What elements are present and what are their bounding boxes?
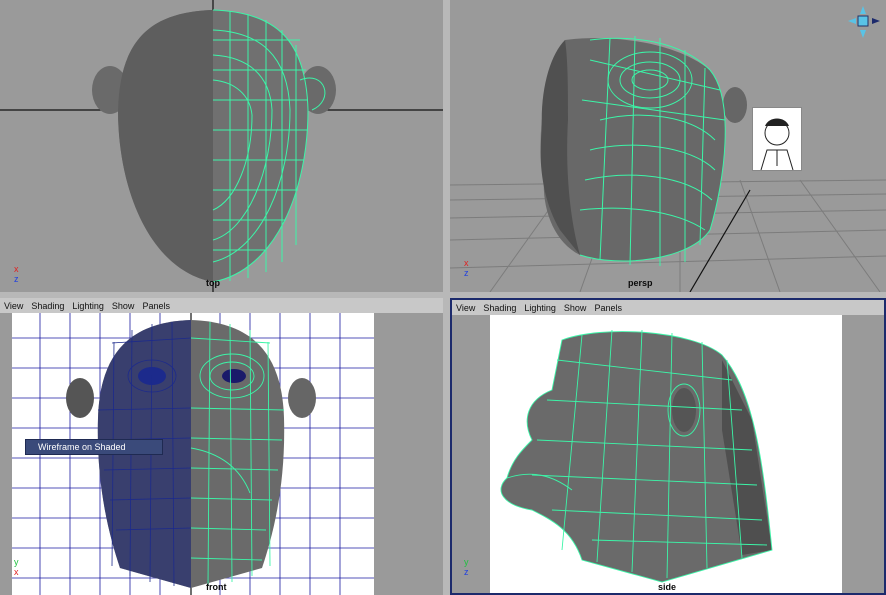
camera-label-side: side [658,582,677,592]
axis-indicator-top: x z [14,264,19,284]
menu-panels[interactable]: Panels [590,303,626,313]
axis-y-label: y [464,557,469,567]
axis-z-label: z [14,274,19,284]
axis-x-label: x [14,567,19,577]
axis-x-label: x [464,258,469,268]
viewport-persp[interactable]: x z persp [450,0,886,292]
axis-x-label: x [14,264,19,274]
viewport-side[interactable]: View Shading Lighting Show Panels y z si… [450,298,886,595]
axis-z-label: z [464,567,469,577]
side-view-canvas[interactable] [452,300,884,593]
wireframe-on-shaded-tooltip: Wireframe on Shaded [25,439,163,455]
menu-show[interactable]: Show [560,303,591,313]
view-cube-manipulator[interactable] [846,4,882,40]
axis-indicator-front: y x [14,557,19,577]
front-panel-menubar: View Shading Lighting Show Panels [0,298,443,313]
camera-label-persp: persp [628,278,653,288]
menu-lighting[interactable]: Lighting [68,301,108,311]
menu-show[interactable]: Show [108,301,139,311]
menu-view[interactable]: View [452,303,479,313]
reference-sketch-thumbnail [752,107,802,171]
viewport-front[interactable]: View Shading Lighting Show Panels Wirefr… [0,298,443,595]
top-view-canvas[interactable] [0,0,443,292]
menu-shading[interactable]: Shading [27,301,68,311]
head-mesh-persp [540,35,747,266]
vertical-splitter[interactable] [443,0,450,595]
menu-view[interactable]: View [0,301,27,311]
axis-y-label: y [14,557,19,567]
camera-label-top: top [206,278,220,288]
menu-shading[interactable]: Shading [479,303,520,313]
viewport-top[interactable]: x z top [0,0,443,292]
axis-indicator-persp: x z [464,258,469,278]
camera-label-front: front [206,582,227,592]
menu-panels[interactable]: Panels [138,301,174,311]
axis-z-label: z [464,268,469,278]
head-mesh-top [92,9,336,283]
menu-lighting[interactable]: Lighting [520,303,560,313]
persp-view-canvas[interactable] [450,0,886,292]
side-panel-menubar: View Shading Lighting Show Panels [452,300,884,315]
axis-indicator-side: y z [464,557,469,577]
view-axis-icon[interactable] [846,4,882,40]
